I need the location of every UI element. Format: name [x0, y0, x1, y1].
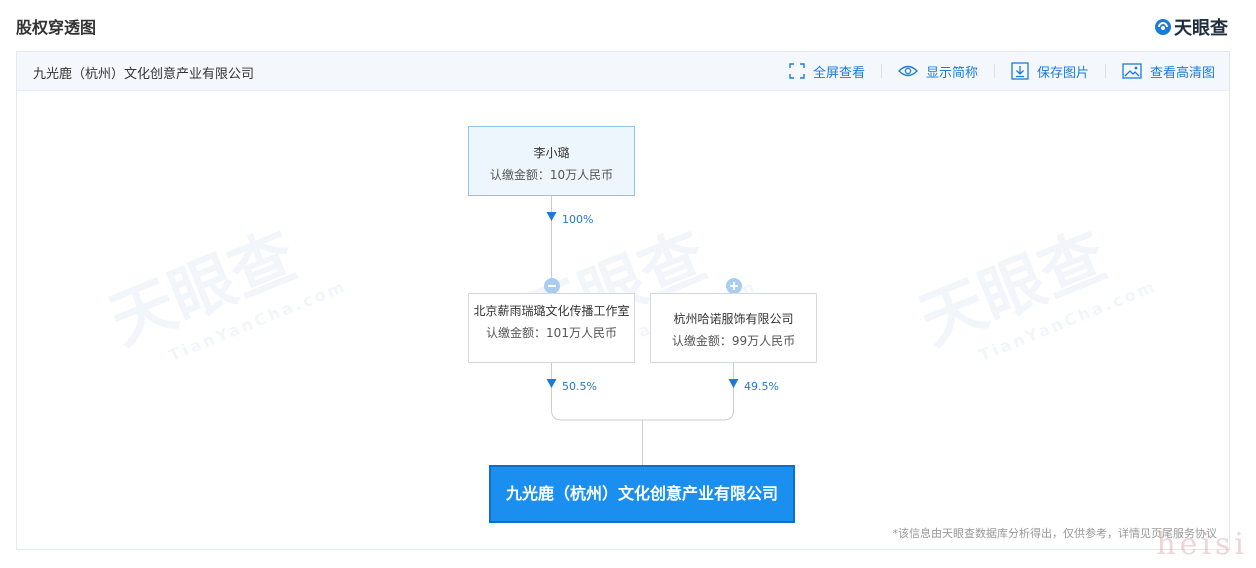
shareholder-node-person[interactable]: 李小璐 认缴金额：10万人民币 — [468, 126, 635, 196]
target-company-node[interactable]: 九光鹿（杭州）文化创意产业有限公司 — [489, 465, 795, 523]
toolbar: 全屏查看 显示简称 保存图片 查看高清图 — [773, 52, 1215, 90]
shareholder-node-studio[interactable]: 北京薪雨瑞璐文化传播工作室 认缴金额：101万人民币 — [468, 293, 635, 363]
equity-panel: 九光鹿（杭州）文化创意产业有限公司 全屏查看 显示简称 保存图片 查看高清图 天… — [16, 51, 1230, 550]
node-name: 李小璐 — [533, 146, 570, 160]
save-image-button[interactable]: 保存图片 — [995, 62, 1089, 81]
arrow-down-icon — [546, 212, 557, 221]
fullscreen-button[interactable]: 全屏查看 — [773, 62, 865, 81]
image-icon — [1122, 63, 1142, 79]
fullscreen-label: 全屏查看 — [812, 65, 865, 81]
shareholder-node-company[interactable]: 杭州哈诺服饰有限公司 认缴金额：99万人民币 — [650, 293, 817, 363]
company-name: 九光鹿（杭州）文化创意产业有限公司 — [33, 67, 255, 82]
download-icon — [1011, 62, 1029, 80]
panel-header: 九光鹿（杭州）文化创意产业有限公司 全屏查看 显示简称 保存图片 查看高清图 — [17, 52, 1229, 91]
view-hd-label: 查看高清图 — [1149, 65, 1215, 81]
node-name: 杭州哈诺服饰有限公司 — [673, 312, 794, 326]
fullscreen-icon — [789, 63, 805, 79]
disclaimer: *该信息由天眼查数据库分析得出，仅供参考，详情见页尾服务协议 — [892, 527, 1218, 540]
node-amount: 认缴金额：99万人民币 — [671, 334, 796, 348]
arrow-down-icon — [546, 379, 557, 388]
share-percent: 100% — [562, 213, 594, 226]
view-hd-button[interactable]: 查看高清图 — [1106, 62, 1215, 81]
save-image-label: 保存图片 — [1036, 65, 1089, 81]
show-short-name-button[interactable]: 显示简称 — [882, 62, 978, 81]
diagram-canvas: 天眼查TianYanCha.com 天眼查TianYanCha.com 天眼查T… — [17, 90, 1229, 549]
eye-icon — [898, 65, 918, 77]
page-title: 股权穿透图 — [16, 18, 97, 37]
node-amount: 认缴金额：10万人民币 — [489, 168, 614, 182]
brand-name: 天眼查 — [1174, 18, 1228, 39]
share-percent: 50.5% — [562, 380, 597, 393]
node-name: 北京薪雨瑞璐文化传播工作室 — [473, 304, 630, 318]
node-amount: 认缴金额：101万人民币 — [486, 326, 617, 340]
brand-logo: 天眼查 — [1154, 14, 1228, 40]
tianyancha-logo-icon — [1155, 19, 1171, 35]
arrow-down-icon — [728, 379, 739, 388]
show-short-name-label: 显示简称 — [925, 65, 978, 81]
share-percent: 49.5% — [744, 380, 779, 393]
